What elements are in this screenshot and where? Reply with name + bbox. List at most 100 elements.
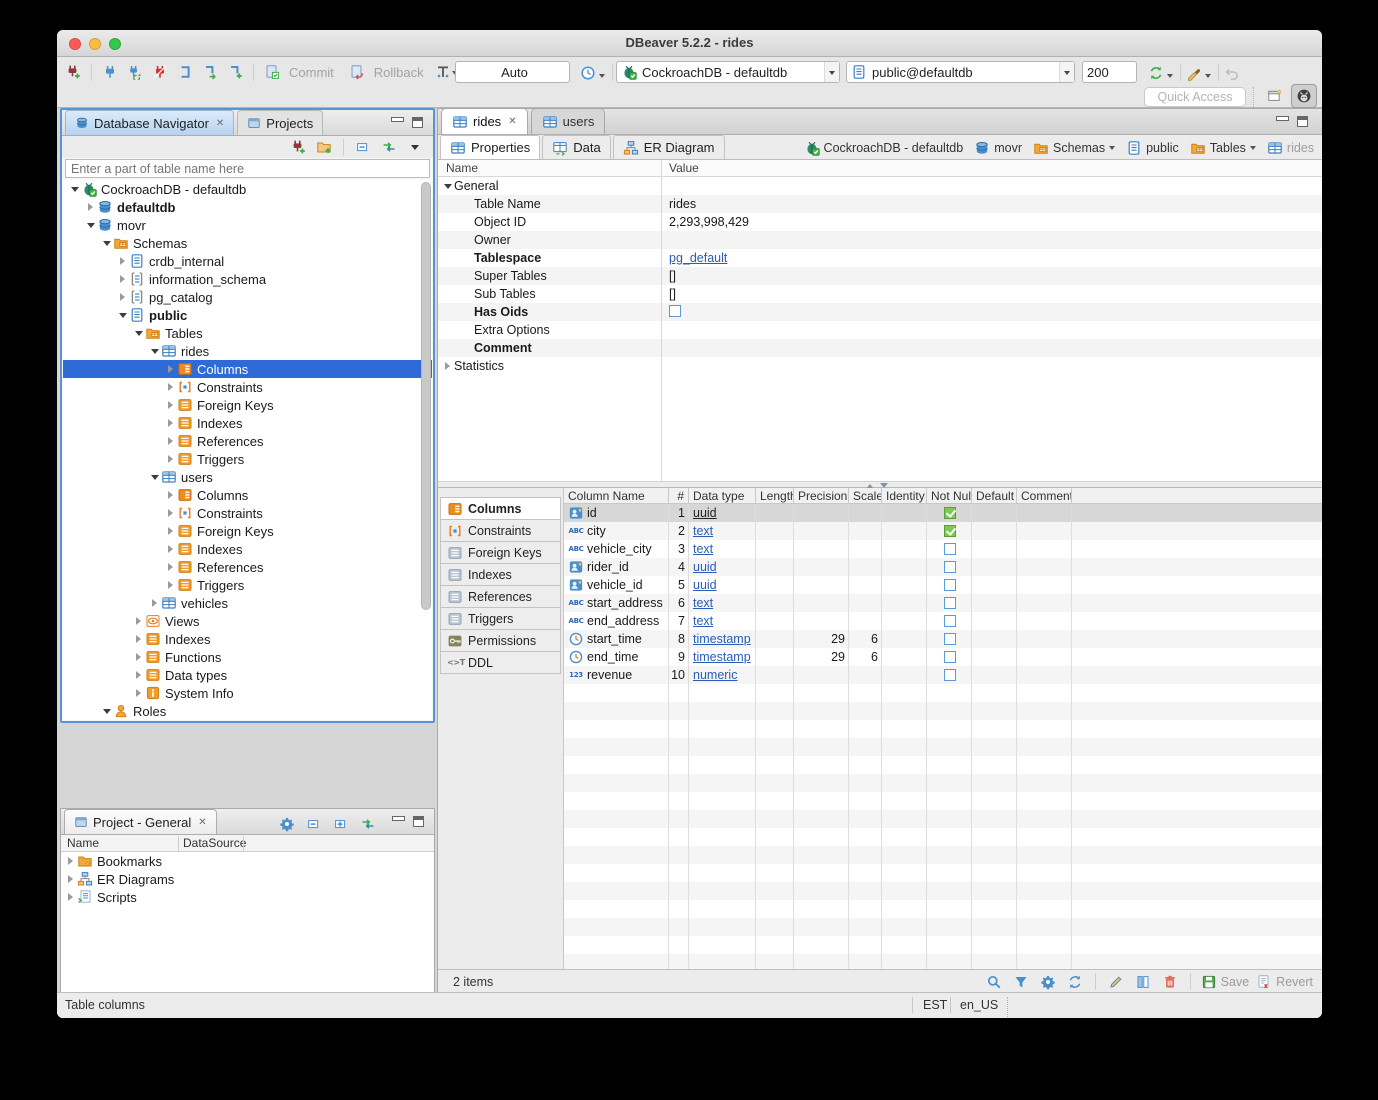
expanded-arrow-icon[interactable] (442, 179, 454, 193)
collapsed-arrow-icon[interactable] (65, 857, 77, 865)
collapsed-arrow-icon[interactable] (133, 635, 145, 643)
property-row-statistics[interactable]: Statistics (438, 357, 1322, 375)
tab-projects[interactable]: Projects (237, 110, 323, 135)
tree-item-pg-catalog[interactable]: pg_catalog (63, 288, 432, 306)
minimize-view-button[interactable] (391, 117, 402, 126)
collapsed-arrow-icon[interactable] (133, 653, 145, 661)
connection-combo[interactable]: CockroachDB - defaultdb (616, 61, 840, 83)
column-header-identity[interactable]: Identity (882, 488, 927, 504)
collapsed-arrow-icon[interactable] (65, 893, 77, 901)
collapsed-arrow-icon[interactable] (165, 365, 177, 373)
property-row-has-oids[interactable]: Has Oids (438, 303, 1322, 321)
save-button[interactable]: Save (1201, 974, 1250, 990)
expanded-arrow-icon[interactable] (149, 470, 161, 484)
detail-tab-ddl[interactable]: <>TDDL (440, 651, 561, 674)
collapsed-arrow-icon[interactable] (165, 437, 177, 445)
table-row-vehicle_id[interactable]: vehicle_id5uuid (564, 576, 1322, 594)
tree-item-users[interactable]: users (63, 468, 432, 486)
tree-item-constraints[interactable]: Constraints (63, 378, 432, 396)
nav-new-folder-button[interactable] (314, 137, 334, 157)
footer-search-button[interactable] (984, 972, 1004, 992)
close-tab-icon[interactable]: ✕ (198, 817, 206, 828)
column-header-length[interactable]: Length (756, 488, 794, 504)
data-type-link[interactable]: uuid (693, 560, 717, 574)
collapsed-arrow-icon[interactable] (165, 383, 177, 391)
tree-item-triggers[interactable]: Triggers (63, 450, 432, 468)
table-row-id[interactable]: id1uuid (564, 504, 1322, 522)
column-header-scale[interactable]: Scale (849, 488, 882, 504)
transaction-log-button[interactable] (437, 62, 457, 82)
expanded-arrow-icon[interactable] (101, 704, 113, 718)
data-type-link[interactable]: text (693, 524, 713, 538)
timezone-label[interactable]: EST (923, 998, 947, 1012)
collapsed-arrow-icon[interactable] (165, 419, 177, 427)
tree-item-columns[interactable]: Columns (63, 360, 432, 378)
property-row-object-id[interactable]: Object ID2,293,998,429 (438, 213, 1322, 231)
property-row-extra-options[interactable]: Extra Options (438, 321, 1322, 339)
collapsed-arrow-icon[interactable] (165, 527, 177, 535)
data-type-link[interactable]: timestamp (693, 650, 751, 664)
transaction-history-button[interactable] (578, 63, 598, 83)
tree-scrollbar[interactable] (421, 182, 431, 610)
tree-item-system-info[interactable]: System Info (63, 684, 432, 702)
maximize-view-button[interactable] (412, 117, 423, 128)
tree-item-data-types[interactable]: Data types (63, 666, 432, 684)
open-sql-console-button[interactable] (200, 62, 220, 82)
collapsed-arrow-icon[interactable] (165, 401, 177, 409)
not-null-checkbox[interactable] (944, 561, 956, 573)
commit-button[interactable] (262, 62, 282, 82)
tree-item-information-schema[interactable]: information_schema (63, 270, 432, 288)
not-null-checkbox[interactable] (944, 633, 956, 645)
chevron-down-icon[interactable] (1109, 146, 1115, 153)
link-with-editor-button[interactable] (379, 137, 399, 157)
minimize-editor-button[interactable] (1276, 116, 1287, 125)
not-null-checkbox[interactable] (944, 669, 956, 681)
breadcrumb-schemas[interactable]: Schemas (1033, 140, 1115, 156)
view-menu-button[interactable] (405, 137, 425, 157)
data-type-link[interactable]: uuid (693, 506, 717, 520)
revert-button[interactable]: Revert (1256, 974, 1313, 990)
tree-item-triggers[interactable]: Triggers (63, 576, 432, 594)
expanded-arrow-icon[interactable] (133, 326, 145, 340)
tree-item-indexes[interactable]: Indexes (63, 630, 432, 648)
tab-er-diagram[interactable]: ER Diagram (613, 135, 725, 159)
tree-item-foreign-keys[interactable]: Foreign Keys (63, 522, 432, 540)
fetch-size-input[interactable]: 200 (1082, 61, 1137, 83)
open-perspective-button[interactable] (1262, 84, 1288, 108)
column-header-datasource[interactable]: DataSource (183, 836, 246, 850)
not-null-checkbox[interactable] (944, 525, 956, 537)
column-header-column-name[interactable]: Column Name (564, 488, 669, 504)
property-row-general[interactable]: General (438, 177, 1322, 195)
tab-database-navigator[interactable]: Database Navigator ✕ (65, 110, 234, 135)
prop-header-name[interactable]: Name (446, 161, 478, 175)
not-null-checkbox[interactable] (944, 543, 956, 555)
reconnect-button[interactable] (125, 62, 145, 82)
tree-item-indexes[interactable]: Indexes (63, 540, 432, 558)
collapsed-arrow-icon[interactable] (165, 509, 177, 517)
tree-item-columns[interactable]: Columns (63, 486, 432, 504)
nav-new-connection-button[interactable] (288, 137, 308, 157)
project-item-scripts[interactable]: Scripts (61, 888, 434, 906)
project-settings-button[interactable] (277, 814, 297, 834)
property-row-super-tables[interactable]: Super Tables[] (438, 267, 1322, 285)
data-type-link[interactable]: text (693, 614, 713, 628)
detail-tab-columns[interactable]: Columns (440, 497, 561, 520)
table-row-vehicle_city[interactable]: ABCvehicle_city3text (564, 540, 1322, 558)
expanded-arrow-icon[interactable] (117, 308, 129, 322)
data-type-link[interactable]: numeric (693, 668, 737, 682)
detail-tab-indexes[interactable]: Indexes (440, 563, 561, 586)
project-link-editor-button[interactable] (358, 814, 378, 834)
column-header-default[interactable]: Default (972, 488, 1017, 504)
data-type-link[interactable]: timestamp (693, 632, 751, 646)
collapsed-arrow-icon[interactable] (149, 599, 161, 607)
prop-header-value[interactable]: Value (669, 161, 699, 175)
minimize-view-button[interactable] (392, 816, 403, 825)
footer-columns-button[interactable] (1133, 972, 1153, 992)
footer-refresh-button[interactable] (1065, 972, 1085, 992)
close-tab-icon[interactable]: ✕ (216, 118, 224, 129)
detail-tab-foreign-keys[interactable]: Foreign Keys (440, 541, 561, 564)
collapsed-arrow-icon[interactable] (65, 875, 77, 883)
editor-tab-users[interactable]: users (531, 108, 606, 134)
tree-item-references[interactable]: References (63, 558, 432, 576)
not-null-checkbox[interactable] (944, 597, 956, 609)
